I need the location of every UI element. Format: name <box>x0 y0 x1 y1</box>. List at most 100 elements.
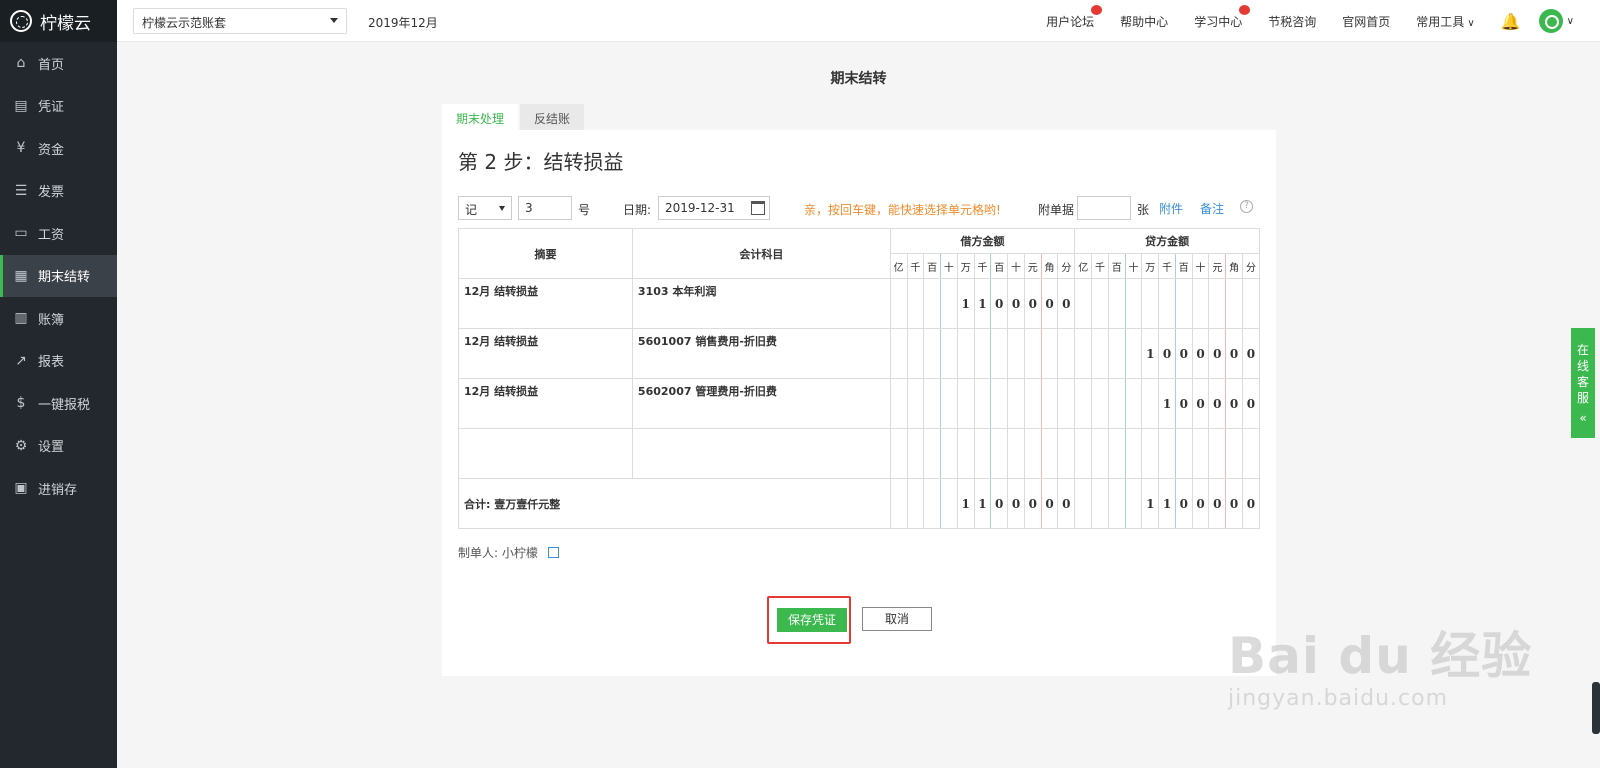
debit-amount-digit[interactable] <box>940 378 958 429</box>
credit-amount-digit[interactable]: 0 <box>1174 378 1193 429</box>
credit-amount-digit[interactable] <box>1241 428 1261 479</box>
credit-amount-digit[interactable] <box>1141 378 1160 429</box>
debit-amount-digit[interactable] <box>956 328 975 379</box>
debit-amount-digit[interactable] <box>889 428 908 479</box>
debit-amount-digit[interactable] <box>990 328 1009 379</box>
top-link-1[interactable]: 帮助中心 <box>1120 13 1168 30</box>
debit-total-amount-digit[interactable]: 0 <box>990 478 1009 529</box>
credit-amount-digit[interactable] <box>1158 278 1176 329</box>
debit-amount-digit[interactable] <box>1007 428 1025 479</box>
debit-amount-digit[interactable] <box>889 278 908 329</box>
credit-amount-digit[interactable] <box>1124 428 1143 479</box>
credit-amount-digit[interactable]: 0 <box>1191 378 1210 429</box>
debit-amount-digit[interactable] <box>1023 378 1042 429</box>
cancel-button[interactable]: 取消 <box>862 607 932 631</box>
debit-total-amount-digit[interactable] <box>940 478 958 529</box>
debit-total-amount-digit[interactable]: 1 <box>956 478 975 529</box>
debit-amount-digit[interactable] <box>1007 378 1025 429</box>
summary-cell[interactable]: 12月 结转损益 <box>458 278 633 329</box>
debit-amount-digit[interactable] <box>973 328 992 379</box>
credit-amount-digit[interactable] <box>1241 278 1261 329</box>
debit-amount-digit[interactable] <box>923 378 942 429</box>
credit-amount-digit[interactable] <box>1191 278 1210 329</box>
debit-amount-digit[interactable] <box>906 278 925 329</box>
debit-amount-digit[interactable] <box>940 328 958 379</box>
debit-amount-digit[interactable] <box>1040 428 1059 479</box>
credit-amount-digit[interactable]: 0 <box>1225 328 1243 379</box>
debit-amount-digit[interactable] <box>1040 378 1059 429</box>
credit-total-amount-digit[interactable] <box>1091 478 1109 529</box>
debit-total-amount-digit[interactable]: 0 <box>1057 478 1076 529</box>
credit-amount-digit[interactable] <box>1174 278 1193 329</box>
credit-total-amount-digit[interactable]: 0 <box>1241 478 1261 529</box>
sidebar-item-9[interactable]: ⚙ 设置 <box>0 425 117 468</box>
debit-amount-digit[interactable]: 0 <box>1007 278 1025 329</box>
debit-amount-digit[interactable] <box>1057 328 1076 379</box>
credit-amount-digit[interactable] <box>1191 428 1210 479</box>
sidebar-item-4[interactable]: ▭ 工资 <box>0 212 117 255</box>
top-link-5[interactable]: 常用工具 ∨ <box>1416 13 1475 30</box>
credit-amount-digit[interactable] <box>1091 378 1109 429</box>
credit-amount-digit[interactable] <box>1225 428 1243 479</box>
sidebar-item-5[interactable]: ▦ 期末结转 <box>0 254 117 297</box>
debit-amount-digit[interactable] <box>973 378 992 429</box>
voucher-number-input[interactable]: 3 <box>518 196 572 220</box>
debit-total-amount-digit[interactable] <box>923 478 942 529</box>
debit-total-amount-digit[interactable]: 0 <box>1023 478 1042 529</box>
edit-icon[interactable] <box>547 547 559 558</box>
date-input[interactable]: 2019-12-31 <box>658 196 770 220</box>
debit-amount-digit[interactable]: 0 <box>990 278 1009 329</box>
sidebar-item-3[interactable]: ☰ 发票 <box>0 170 117 213</box>
chevron-down-icon[interactable]: ∨ <box>1567 16 1574 27</box>
debit-amount-digit[interactable] <box>906 328 925 379</box>
top-link-0[interactable]: 用户论坛 <box>1046 4 1103 30</box>
top-link-3[interactable]: 节税咨询 <box>1268 13 1316 30</box>
debit-total-amount-digit[interactable] <box>889 478 908 529</box>
credit-amount-digit[interactable] <box>1091 428 1109 479</box>
debit-amount-digit[interactable] <box>923 278 942 329</box>
credit-amount-digit[interactable]: 1 <box>1158 378 1176 429</box>
credit-amount-digit[interactable] <box>1074 428 1093 479</box>
scroll-handle[interactable] <box>1592 682 1600 734</box>
credit-amount-digit[interactable] <box>1074 328 1093 379</box>
sidebar-item-1[interactable]: ▤ 凭证 <box>0 85 117 128</box>
credit-total-amount-digit[interactable]: 0 <box>1225 478 1243 529</box>
credit-amount-digit[interactable] <box>1107 278 1126 329</box>
tab-period-end[interactable]: 期末处理 <box>442 104 519 130</box>
debit-amount-digit[interactable] <box>990 378 1009 429</box>
credit-amount-digit[interactable] <box>1074 378 1093 429</box>
debit-amount-digit[interactable]: 0 <box>1040 278 1059 329</box>
credit-amount-digit[interactable] <box>1158 428 1176 479</box>
tab-reverse-close[interactable]: 反结账 <box>520 104 585 130</box>
debit-total-amount-digit[interactable]: 0 <box>1040 478 1059 529</box>
debit-amount-digit[interactable] <box>923 328 942 379</box>
sidebar-item-8[interactable]: $ 一键报税 <box>0 382 117 425</box>
debit-amount-digit[interactable]: 0 <box>1023 278 1042 329</box>
sidebar-item-6[interactable]: ▥ 账簿 <box>0 297 117 340</box>
debit-amount-digit[interactable] <box>956 378 975 429</box>
debit-amount-digit[interactable] <box>990 428 1009 479</box>
summary-cell[interactable]: 12月 结转损益 <box>458 378 633 429</box>
credit-amount-digit[interactable] <box>1174 428 1193 479</box>
top-link-2[interactable]: 学习中心 <box>1194 4 1251 30</box>
credit-amount-digit[interactable] <box>1091 328 1109 379</box>
account-cell[interactable] <box>631 428 891 479</box>
online-service-button[interactable]: 在线客服 « <box>1571 328 1595 438</box>
credit-amount-digit[interactable] <box>1107 328 1126 379</box>
avatar[interactable] <box>1538 9 1563 33</box>
credit-total-amount-digit[interactable]: 1 <box>1158 478 1176 529</box>
bell-icon[interactable]: 🔔 <box>1501 12 1521 31</box>
sidebar-item-7[interactable]: ↗ 报表 <box>0 340 117 383</box>
debit-amount-digit[interactable] <box>1040 328 1059 379</box>
save-voucher-button[interactable]: 保存凭证 <box>777 608 847 632</box>
credit-amount-digit[interactable] <box>1124 328 1143 379</box>
credit-amount-digit[interactable] <box>1141 278 1160 329</box>
credit-amount-digit[interactable]: 0 <box>1208 378 1227 429</box>
debit-amount-digit[interactable] <box>889 328 908 379</box>
credit-amount-digit[interactable] <box>1091 278 1109 329</box>
credit-amount-digit[interactable] <box>1208 428 1227 479</box>
account-cell[interactable]: 3103 本年利润 <box>631 278 891 329</box>
debit-amount-digit[interactable] <box>906 428 925 479</box>
sidebar-item-10[interactable]: ▣ 进销存 <box>0 467 117 510</box>
credit-total-amount-digit[interactable] <box>1107 478 1126 529</box>
